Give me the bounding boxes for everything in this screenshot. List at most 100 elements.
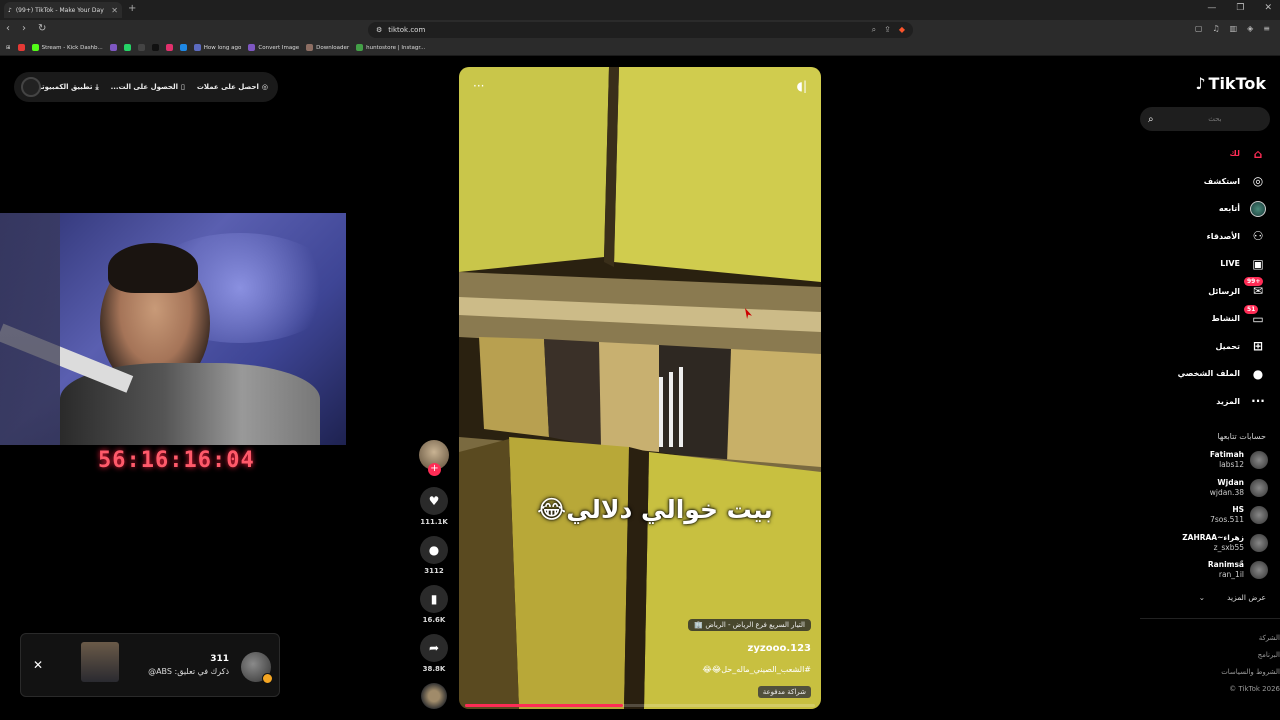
sidebar-item-messages[interactable]: الرسائل ✉ 99+ xyxy=(1130,277,1280,306)
bookmark-item[interactable]: Stream - Kick Dashb... xyxy=(31,44,103,51)
see-more-button[interactable]: عرض المزيد ⌄ xyxy=(1199,593,1266,602)
desktop-app-button[interactable]: ⤓ تطبيق الكمبيوتر xyxy=(38,83,99,92)
account-handle: 7sos.511 xyxy=(1210,515,1244,524)
bookmark-item[interactable] xyxy=(151,44,159,51)
bookmark-item[interactable] xyxy=(137,44,145,51)
sidebar-item-profile[interactable]: الملف الشخصي ● xyxy=(1130,360,1280,388)
maximize-button[interactable]: ❐ xyxy=(1236,3,1244,13)
account-handle: wjdan.38 xyxy=(1209,487,1244,497)
apps-icon[interactable]: ⊞ xyxy=(6,45,11,51)
bookmark-item[interactable]: How long ago xyxy=(193,44,242,51)
sidebar-item-home[interactable]: لك ⌂ xyxy=(1130,140,1280,168)
more-options-icon[interactable]: ··· xyxy=(473,79,484,93)
account-name: ZAHRAA~زهراء xyxy=(1182,532,1244,542)
sidebar-item-friends[interactable]: الأصدقاء ⚇ xyxy=(1130,223,1280,251)
forward-icon[interactable]: › xyxy=(22,23,26,34)
media-icon[interactable]: ♫ xyxy=(1212,24,1219,33)
address-bar[interactable]: ⚙ tiktok.com ⌕ ⇪ ◆ xyxy=(368,22,913,38)
bookmark-label: Downloader xyxy=(316,44,350,51)
follow-plus-icon[interactable]: + xyxy=(428,463,441,476)
new-tab-button[interactable]: + xyxy=(128,3,136,14)
following-account[interactable]: HS 7sos.511 xyxy=(1210,505,1268,525)
bookmark-item[interactable] xyxy=(165,44,173,51)
phone-icon: ▯ xyxy=(181,83,185,91)
tab-close-icon[interactable]: ✕ xyxy=(111,6,118,15)
friends-icon: ⚇ xyxy=(1252,229,1264,244)
browser-tab[interactable]: ♪ (99+) TikTok - Make Your Day ✕ xyxy=(4,2,122,18)
tiktok-logo[interactable]: ♪ TikTok xyxy=(1195,74,1266,93)
account-name: Fatimah xyxy=(1209,450,1244,459)
creator-avatar[interactable]: + xyxy=(419,440,449,476)
video-progress-bar[interactable] xyxy=(465,704,815,707)
close-window-button[interactable]: ✕ xyxy=(1264,3,1272,13)
bookmark-favicon-icon xyxy=(31,44,39,51)
video-player[interactable]: ··· ◖| بيت خوالي دلالي😂 التيار السريع فر… xyxy=(459,67,821,709)
bookmark-item[interactable] xyxy=(109,44,117,51)
browser-tab-bar: ♪ (99+) TikTok - Make Your Day ✕ + — ❐ ✕ xyxy=(0,0,1280,20)
stream-timer: 56:16:16:04 xyxy=(98,448,255,473)
following-account[interactable]: Ranimsa̋ ran_1il xyxy=(1208,560,1268,580)
bookmark-item[interactable] xyxy=(123,44,131,51)
share-icon[interactable]: ⇪ xyxy=(884,25,891,35)
comment-action[interactable]: ● 3112 xyxy=(418,536,450,575)
sidebar-item-upload[interactable]: تحميل ⊞ xyxy=(1130,333,1280,361)
account-text: Ranimsa̋ ran_1il xyxy=(1208,560,1244,580)
following-account[interactable]: Wjdan wjdan.38 xyxy=(1210,478,1268,498)
bookmark-label: How long ago xyxy=(203,44,242,51)
bookmark-item[interactable]: Convert Image xyxy=(248,44,299,51)
promo-logo xyxy=(21,77,41,97)
search-input[interactable] xyxy=(1161,115,1222,123)
get-coins-button[interactable]: ◎ احصل على عملات xyxy=(197,83,268,91)
extensions-icon[interactable]: ▢ xyxy=(1195,24,1203,33)
sidebar-divider xyxy=(1140,618,1280,619)
location-tag[interactable]: التيار السريع فرع الرياض - الرياض 🏢 xyxy=(688,619,811,631)
video-author[interactable]: zyzooo.123 xyxy=(748,643,811,654)
search-bar[interactable]: ⌕ xyxy=(1140,107,1270,131)
music-action[interactable] xyxy=(418,683,450,709)
save-action[interactable]: ▮ 16.6K xyxy=(418,585,450,624)
shield-icon[interactable]: ◆ xyxy=(899,25,905,35)
activity-icon: ▭ 51 xyxy=(1244,304,1266,327)
sidebar-item-live[interactable]: LIVE ▣ xyxy=(1130,250,1280,278)
comment-icon[interactable]: ● xyxy=(420,536,448,564)
share-arrow-icon[interactable]: ➦ xyxy=(420,634,448,662)
bookmark-item[interactable] xyxy=(17,44,25,51)
bookmark-icon[interactable]: ▮ xyxy=(420,585,448,613)
bookmark-item[interactable]: huntostore | Instagr... xyxy=(356,44,425,51)
site-info-icon[interactable]: ⚙ xyxy=(376,26,382,34)
footer-link[interactable]: الشركة xyxy=(1221,630,1280,647)
coin-icon: ◎ xyxy=(261,83,268,91)
creator-avatar-action[interactable]: + xyxy=(418,440,450,476)
get-app-button[interactable]: ▯ الحصول على الت... xyxy=(111,83,185,91)
search-icon[interactable]: ⌕ xyxy=(1148,114,1154,125)
back-icon[interactable]: ‹ xyxy=(6,23,10,34)
bookmark-item[interactable] xyxy=(179,44,187,51)
video-hashtag[interactable]: #الشعب_الصيني_ماله_حل😂😂 xyxy=(703,665,811,674)
following-account[interactable]: ZAHRAA~زهراء z_sxb55 xyxy=(1182,533,1268,553)
nav-buttons: ‹ › ↻ xyxy=(6,23,46,34)
close-icon[interactable]: ✕ xyxy=(33,658,43,672)
footer-link[interactable]: TikTok 2026 © xyxy=(1221,681,1280,698)
reload-icon[interactable]: ↻ xyxy=(38,23,46,34)
zoom-icon[interactable]: ⌕ xyxy=(872,25,876,35)
bookmark-label: Convert Image xyxy=(258,44,300,51)
volume-icon[interactable]: ◖| xyxy=(797,79,807,93)
share-action[interactable]: ➦ 38.8K xyxy=(418,634,450,673)
bookmark-item[interactable]: Downloader xyxy=(306,44,349,51)
wallet-icon[interactable]: ◈ xyxy=(1247,24,1253,33)
like-action[interactable]: ♥ 111.1K xyxy=(418,487,450,526)
menu-icon[interactable]: ≡ xyxy=(1263,24,1270,33)
url-text[interactable]: tiktok.com xyxy=(388,26,425,34)
sidebar-item-activity[interactable]: النشاط ▭ 51 xyxy=(1130,304,1280,333)
music-disc-icon[interactable] xyxy=(421,683,447,709)
footer-link[interactable]: الشروط والسياسات xyxy=(1221,664,1280,681)
notification-toast[interactable]: ✕ 311 ذكرك في تعليق: ABS@ xyxy=(20,633,280,697)
sidebar-item-more[interactable]: المزيد ··· xyxy=(1130,388,1280,416)
sidebar-toggle-icon[interactable]: ▥ xyxy=(1230,24,1238,33)
sidebar-item-following[interactable]: أتابعه xyxy=(1130,195,1280,223)
footer-link[interactable]: البرنامج xyxy=(1221,647,1280,664)
sidebar-item-compass[interactable]: استكشف ◎ xyxy=(1130,168,1280,196)
minimize-button[interactable]: — xyxy=(1207,3,1216,13)
heart-icon[interactable]: ♥ xyxy=(420,487,448,515)
following-account[interactable]: Fatimah labs12 xyxy=(1210,450,1268,470)
